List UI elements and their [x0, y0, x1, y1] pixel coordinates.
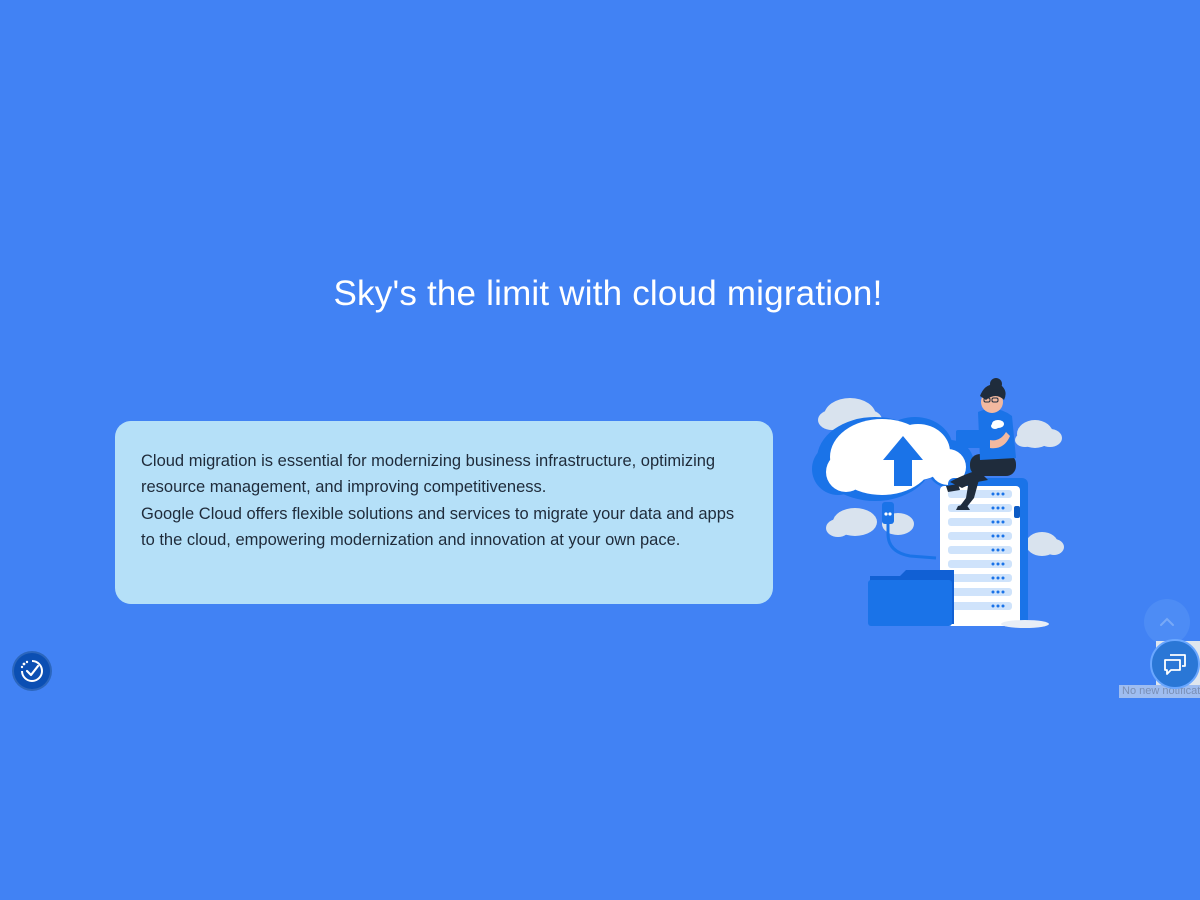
info-paragraph-1: Cloud migration is essential for moderni… [141, 452, 716, 497]
accessibility-check-icon [20, 660, 43, 682]
scroll-to-top-button[interactable] [1144, 599, 1190, 645]
page: Sky's the limit with cloud migration! Cl… [0, 0, 1200, 900]
info-card: Cloud migration is essential for moderni… [115, 421, 773, 604]
section-heading: Sky's the limit with cloud migration! [333, 274, 883, 313]
notification-label: No new notifications [1119, 685, 1200, 698]
chat-button[interactable] [1150, 639, 1200, 689]
accessibility-button[interactable] [12, 651, 52, 691]
chat-bubbles-icon [1164, 654, 1186, 675]
info-paragraph-2: Google Cloud offers flexible solutions a… [141, 504, 735, 550]
cloud-migration-illustration [812, 378, 1064, 628]
chevron-up-icon [1160, 617, 1174, 626]
